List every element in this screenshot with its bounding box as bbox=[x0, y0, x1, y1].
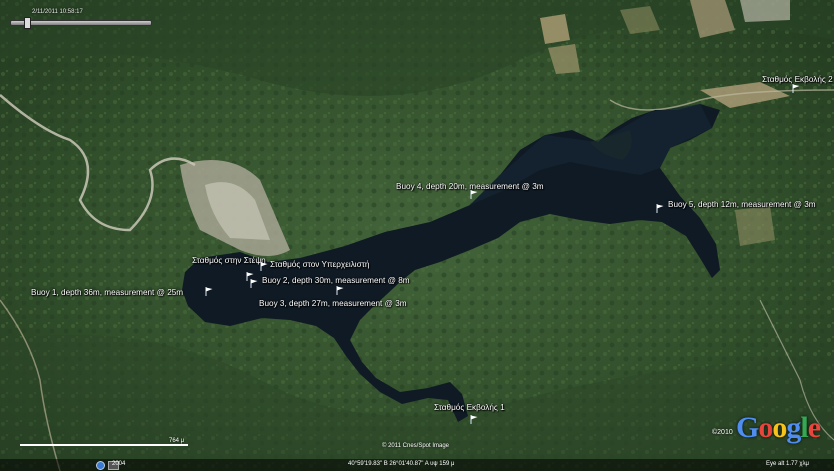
placemark-label: Σταθμός Εκβολής 2 bbox=[762, 75, 833, 84]
terrain-imagery bbox=[0, 0, 834, 471]
eye-altitude: Eye alt 1.77 χλμ bbox=[766, 461, 809, 467]
flag-icon bbox=[656, 204, 664, 213]
placemark-label: Buoy 2, depth 30m, measurement @ 8m bbox=[262, 276, 410, 285]
placemark-label: Σταθμός Εκβολής 1 bbox=[434, 403, 505, 412]
flag-icon bbox=[792, 84, 800, 93]
scale-bar bbox=[20, 444, 188, 446]
satellite-map-view[interactable]: 2/11/2011 10:58:17 Buoy 1, depth 36m, me… bbox=[0, 0, 834, 471]
timeline-date: 2/11/2011 10:58:17 bbox=[32, 9, 83, 15]
flag-icon bbox=[246, 272, 254, 281]
globe-icon[interactable] bbox=[96, 461, 105, 470]
timeline-track[interactable] bbox=[10, 20, 152, 26]
flag-icon bbox=[470, 415, 478, 424]
flag-icon bbox=[205, 287, 213, 296]
placemark-label: Σταθμός στον Υπερχειλιστή bbox=[270, 260, 370, 269]
copyright-text: ©2010 bbox=[712, 429, 733, 436]
placemark-label: Buoy 1, depth 36m, measurement @ 25m bbox=[31, 288, 184, 297]
flag-icon bbox=[260, 262, 268, 271]
flag-icon bbox=[470, 190, 478, 199]
imagery-credit: © 2011 Cnes/Spot Image bbox=[382, 443, 450, 449]
placemark-label: Buoy 5, depth 12m, measurement @ 3m bbox=[668, 200, 816, 209]
status-bar: 2004 40°59'19.83" B 26°01'40.87" A υψ 15… bbox=[0, 459, 834, 471]
placemark-label: Σταθμός στην Στέψη bbox=[192, 256, 266, 265]
placemark-label: Buoy 3, depth 27m, measurement @ 3m bbox=[259, 299, 407, 308]
imagery-year: 2004 bbox=[112, 461, 126, 467]
coordinates-readout: 40°59'19.83" B 26°01'40.87" A υψ 159 μ bbox=[348, 461, 455, 467]
timeline-handle[interactable] bbox=[24, 17, 31, 29]
flag-icon bbox=[336, 286, 344, 295]
google-logo: Google bbox=[736, 411, 821, 444]
